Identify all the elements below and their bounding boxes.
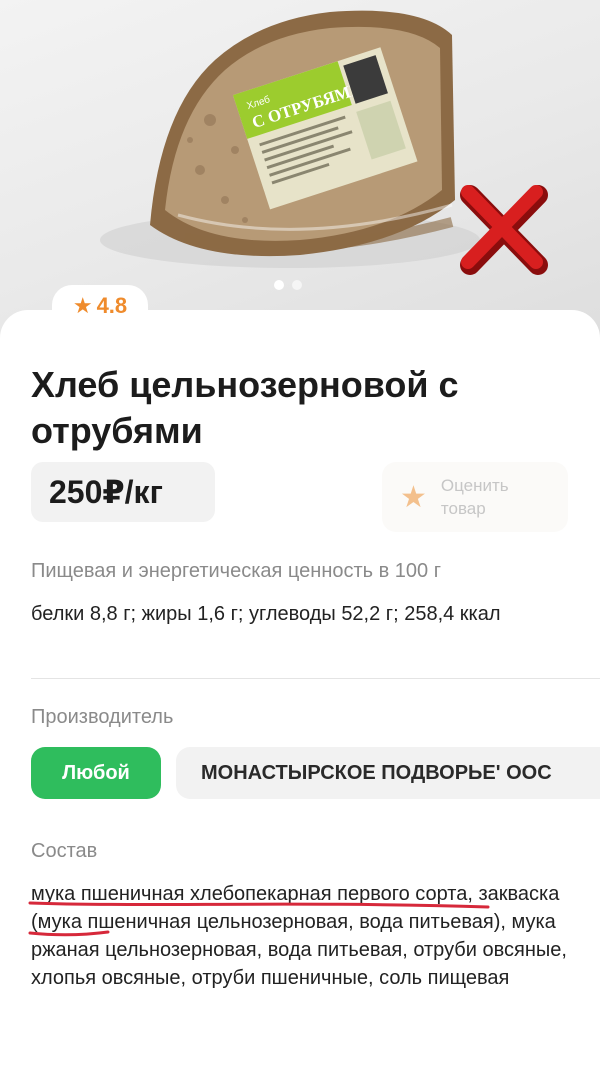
rating-badge: ★ 4.8 xyxy=(52,285,148,327)
nutrition-value: белки 8,8 г; жиры 1,6 г; углеводы 52,2 г… xyxy=(31,603,501,625)
composition-text: мука пшеничная хлебопекарная первого сор… xyxy=(31,883,567,989)
manufacturer-label: Производитель xyxy=(31,706,174,728)
star-icon: ★ xyxy=(400,480,427,514)
price-tag: 250₽/кг xyxy=(31,462,215,522)
divider xyxy=(31,678,600,679)
rate-product-button[interactable]: ★ Оценить товар xyxy=(382,462,568,532)
rate-product-label: Оценить товар xyxy=(440,476,509,518)
gallery-pagination[interactable] xyxy=(274,280,302,290)
gallery-dot[interactable] xyxy=(292,280,302,290)
composition-label: Состав xyxy=(31,840,98,862)
gallery-dot-active[interactable] xyxy=(274,280,284,290)
product-title: Хлеб цельнозерновой с отрубями xyxy=(31,364,459,451)
cross-mark-icon xyxy=(460,185,548,275)
manufacturer-chip-any[interactable]: Любой xyxy=(31,747,161,799)
manufacturer-chip-monastyrskoe[interactable]: МОНАСТЫРСКОЕ ПОДВОРЬЕ' ООС xyxy=(176,747,600,799)
rating-value: 4.8 xyxy=(96,293,128,318)
star-icon: ★ xyxy=(72,293,93,318)
nutrition-label: Пищевая и энергетическая ценность в 100 … xyxy=(31,560,442,582)
